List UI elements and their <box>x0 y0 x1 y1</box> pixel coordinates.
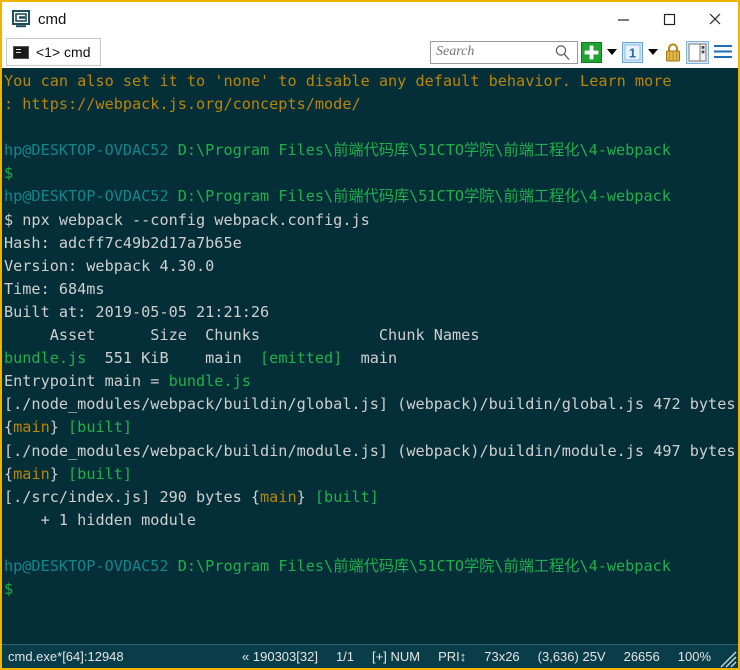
status-insert-mode: [+] NUM <box>372 649 421 664</box>
console-number-icon[interactable]: 1 <box>622 41 643 63</box>
status-page-indicator: 1/1 <box>335 649 355 664</box>
status-console-size: 73x26 <box>484 649 520 664</box>
terminal-span: + 1 hidden module <box>4 510 197 529</box>
new-console-chevron-down-icon[interactable] <box>607 49 617 55</box>
magnifier-icon[interactable] <box>554 44 571 61</box>
terminal-span: } <box>49 464 69 483</box>
terminal-span: main <box>342 349 398 368</box>
terminal-line: bundle.js 551 KiB main [emitted] main <box>4 347 738 370</box>
terminal-span: bundle.js <box>168 372 251 391</box>
terminal-span: hp@DESKTOP-OVDAC52 <box>4 141 169 160</box>
terminal-line: Entrypoint main = bundle.js <box>4 370 738 393</box>
terminal-line: Time: 684ms <box>4 278 738 301</box>
terminal-span: [built] <box>314 487 379 506</box>
terminal-span: You can also set it to 'none' to disable… <box>4 72 672 90</box>
terminal-span: Time: 684ms <box>4 279 105 298</box>
terminal-text: You can also set it to 'none' to disable… <box>4 70 738 601</box>
app-icon <box>12 10 30 28</box>
terminal-line: You can also set it to 'none' to disable… <box>4 70 738 93</box>
terminal-span: Built at: 2019-05-05 21:21:26 <box>4 302 270 321</box>
terminal-span: $ <box>4 580 14 599</box>
terminal-output-area[interactable]: You can also set it to 'none' to disable… <box>2 68 738 644</box>
title-bar: cmd <box>2 2 738 36</box>
terminal-line: $ npx webpack --config webpack.config.js <box>4 209 738 232</box>
terminal-span: [emitted] <box>260 349 343 368</box>
conemu-window: cmd <1> cmd Search 1 You can also set it… <box>0 0 740 670</box>
terminal-line: Built at: 2019-05-05 21:21:26 <box>4 301 738 324</box>
terminal-span: } <box>49 418 69 437</box>
terminal-span: } <box>296 487 315 506</box>
terminal-span: D:\Program Files\前端代码库\51CTO学院\前端工程化\4-w… <box>177 141 671 160</box>
green-plus-icon[interactable] <box>581 41 602 63</box>
terminal-line: hp@DESKTOP-OVDAC52 D:\Program Files\前端代码… <box>4 139 738 162</box>
status-build-version: « 190303[32] <box>242 649 318 664</box>
resize-grip[interactable] <box>719 646 737 668</box>
console-window-icon <box>13 45 29 59</box>
terminal-span: hp@DESKTOP-OVDAC52 <box>4 556 169 575</box>
terminal-span: D:\Program Files\前端代码库\51CTO学院\前端工程化\4-w… <box>177 556 671 575</box>
terminal-line: $ <box>4 578 738 601</box>
status-process: cmd.exe*[64]:12948 <box>8 649 124 664</box>
terminal-line: : https://webpack.js.org/concepts/mode/ <box>4 93 738 116</box>
hamburger-menu-icon[interactable] <box>712 42 734 62</box>
active-console-chevron-down-icon[interactable] <box>648 49 658 55</box>
maximize-button[interactable] <box>646 2 692 36</box>
terminal-line: [./src/index.js] 290 bytes {main} [built… <box>4 486 738 509</box>
terminal-span: 551 KiB main <box>86 349 261 368</box>
minimize-button[interactable] <box>600 2 646 36</box>
window-controls <box>600 2 738 36</box>
terminal-span: [./src/index.js] 290 bytes { <box>4 487 261 506</box>
tab-toolbar: 1 <box>430 40 738 64</box>
terminal-span: Hash: adcff7c49b2d17a7b65e <box>4 233 242 252</box>
window-title: cmd <box>38 10 67 28</box>
terminal-span <box>169 557 178 575</box>
terminal-line: [./node_modules/webpack/buildin/module.j… <box>4 440 738 486</box>
terminal-span: [built] <box>68 418 133 437</box>
terminal-line: Hash: adcff7c49b2d17a7b65e <box>4 232 738 255</box>
terminal-span: Entrypoint main = <box>4 372 169 391</box>
split-pane-icon[interactable] <box>686 40 709 64</box>
terminal-span: $ npx webpack --config webpack.config.js <box>4 210 370 229</box>
terminal-line: hp@DESKTOP-OVDAC52 D:\Program Files\前端代码… <box>4 555 738 578</box>
terminal-span: main <box>13 464 50 483</box>
search-box[interactable] <box>430 40 578 64</box>
status-zoom-level: 100% <box>677 649 711 664</box>
status-segments: « 190303[32] 1/1 [+] NUM PRI↕ 73x26 (3,636) 2… <box>224 649 711 664</box>
terminal-line: [./node_modules/webpack/buildin/global.j… <box>4 393 738 439</box>
status-cursor-position: (3,636) 25V <box>537 649 606 664</box>
tab-bar: <1> cmd Search 1 <box>2 36 738 68</box>
terminal-line: Asset Size Chunks Chunk Names <box>4 324 738 347</box>
status-bar: cmd.exe*[64]:12948 « 190303[32] 1/1 [+] NU… <box>2 644 738 668</box>
status-priority: PRI↕ <box>438 649 467 664</box>
terminal-span: hp@DESKTOP-OVDAC52 <box>4 187 169 206</box>
terminal-span: Asset Size Chunks Chunk Names <box>4 326 480 345</box>
padlock-icon[interactable] <box>663 42 683 63</box>
search-input[interactable] <box>436 44 554 60</box>
terminal-line: + 1 hidden module <box>4 509 738 532</box>
status-buffer-count: 26656 <box>623 649 660 664</box>
terminal-line: hp@DESKTOP-OVDAC52 D:\Program Files\前端代码… <box>4 185 738 208</box>
terminal-span: bundle.js <box>4 349 87 368</box>
terminal-span: D:\Program Files\前端代码库\51CTO学院\前端工程化\4-w… <box>177 187 671 206</box>
terminal-line: Version: webpack 4.30.0 <box>4 255 738 278</box>
terminal-span: $ <box>4 164 14 183</box>
terminal-span <box>169 187 178 205</box>
close-button[interactable] <box>692 2 738 36</box>
terminal-span <box>169 141 178 159</box>
svg-text:1: 1 <box>629 45 636 60</box>
terminal-span: main <box>260 487 297 506</box>
terminal-span: [built] <box>68 464 133 483</box>
tab-label: <1> cmd <box>36 44 91 60</box>
tab-cmd-1[interactable]: <1> cmd <box>6 38 102 66</box>
terminal-span: Version: webpack 4.30.0 <box>4 256 215 275</box>
terminal-span: : https://webpack.js.org/concepts/mode/ <box>4 95 361 114</box>
terminal-line: $ <box>4 162 738 185</box>
terminal-span: main <box>13 418 50 437</box>
